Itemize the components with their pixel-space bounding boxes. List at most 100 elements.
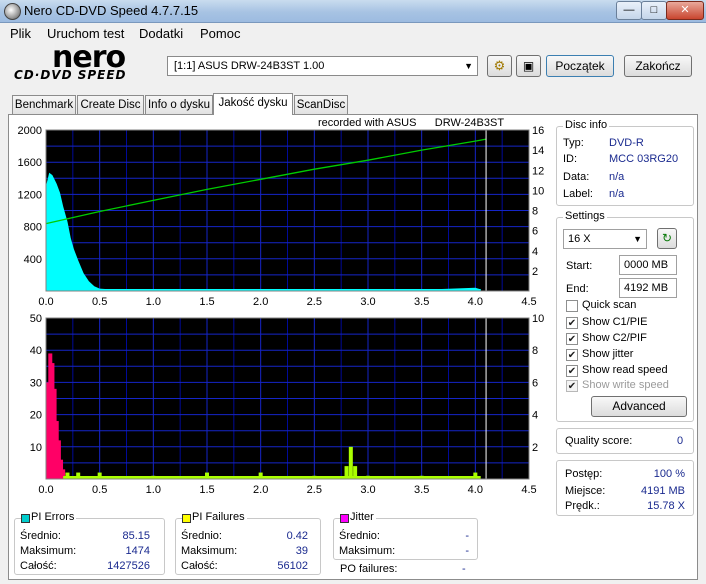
x-tick-label: 0.0 [38, 484, 53, 496]
pi-failures-avg-label: Średnio: [181, 530, 222, 542]
advanced-button[interactable]: Advanced [591, 396, 687, 417]
show-write-speed-label: Show write speed [582, 379, 669, 391]
pi-errors-max-value: 1474 [125, 545, 150, 557]
disc-type-label: Typ: [563, 137, 584, 149]
x-tick-label: 1.5 [199, 484, 214, 496]
settings-group: Settings 16 X ▼ ↻ Start: 0000 MB End: 41… [556, 210, 694, 422]
po-failures-label: PO failures: [340, 563, 398, 575]
jitter-title: Jitter [348, 511, 376, 523]
speed-label: Prędk.: [565, 500, 600, 512]
tab-benchmark[interactable]: Benchmark [12, 95, 76, 114]
app-disc-icon [4, 3, 21, 20]
pi-failures-avg-value: 0.42 [286, 530, 308, 542]
refresh-icon: ↻ [661, 231, 673, 245]
save-button[interactable]: ▣ [516, 55, 541, 77]
jitter-swatch [340, 514, 349, 523]
chevron-down-icon: ▼ [633, 234, 642, 244]
menu-pomoc[interactable]: Pomoc [200, 26, 240, 41]
menu-dodatki[interactable]: Dodatki [139, 26, 183, 41]
y-right-tick-label: 8 [532, 345, 538, 357]
floppy-disk-icon: ▣ [522, 59, 535, 73]
maximize-button[interactable]: □ [641, 1, 667, 20]
y-right-tick-label: 16 [532, 126, 544, 137]
jitter-group: Jitter Średnio: - Maksimum: - [333, 511, 478, 560]
x-tick-label: 0.5 [92, 296, 107, 308]
gears-icon: ⚙ [493, 58, 506, 73]
progress-group: Postęp: 100 % Miejsce: 4191 MB Prędk.: 1… [556, 460, 694, 516]
x-tick-label: 4.0 [468, 296, 483, 308]
progress-label: Postęp: [565, 468, 603, 480]
y-left-tick-label: 50 [30, 314, 42, 325]
drive-select-value: [1:1] ASUS DRW-24B3ST 1.00 [174, 60, 325, 72]
jitter-max-label: Maksimum: [339, 545, 396, 557]
x-tick-label: 1.0 [146, 296, 161, 308]
y-left-tick-label: 40 [30, 345, 42, 357]
progress-value: 100 % [653, 468, 685, 480]
pi-errors-max-label: Maksimum: [20, 545, 77, 557]
menu-plik[interactable]: Plik [10, 26, 31, 41]
show-write-speed-checkbox [566, 380, 578, 392]
show-read-speed-checkbox[interactable] [566, 365, 578, 377]
close-button[interactable]: ✕ [666, 1, 704, 20]
tab-scandisc[interactable]: ScanDisc [294, 95, 348, 114]
y-right-tick-label: 6 [532, 377, 538, 389]
pi-errors-group: PI Errors Średnio: 85.15 Maksimum: 1474 … [14, 511, 165, 575]
options-button[interactable]: ⚙ [487, 55, 512, 77]
disc-id-label: ID: [563, 153, 578, 165]
y-left-tick-label: 800 [24, 222, 42, 234]
disc-date-value: n/a [609, 171, 625, 183]
show-c1-pie-checkbox[interactable] [566, 317, 578, 329]
y-right-tick-label: 12 [532, 165, 544, 177]
stop-button[interactable]: Zakończ [624, 55, 692, 77]
show-jitter-label: Show jitter [582, 348, 634, 360]
y-left-tick-label: 20 [30, 410, 42, 422]
tab-create-disc[interactable]: Create Disc [77, 95, 144, 114]
pi-errors-avg-value: 85.15 [122, 530, 150, 542]
pi-failures-total-value: 56102 [277, 560, 308, 572]
show-jitter-checkbox[interactable] [566, 349, 578, 361]
quality-score-label: Quality score: [565, 435, 633, 447]
y-right-tick-label: 2 [532, 266, 538, 278]
end-label: End: [566, 283, 589, 295]
refresh-speed-button[interactable]: ↻ [657, 228, 677, 249]
quick-scan-checkbox[interactable] [566, 300, 578, 312]
x-tick-label: 3.5 [414, 296, 429, 308]
end-input[interactable]: 4192 MB [619, 278, 677, 298]
start-input[interactable]: 0000 MB [619, 255, 677, 275]
pi-failures-max-value: 39 [295, 545, 308, 557]
pi-errors-avg-label: Średnio: [20, 530, 61, 542]
x-tick-label: 4.5 [521, 484, 536, 496]
jitter-avg-label: Średnio: [339, 530, 380, 542]
pi-errors-chart: 2000 1600 1200 800 400 16 14 12 10 8 6 4 2 0.0 0.5 1.0 1… [18, 126, 545, 308]
drive-select[interactable]: [1:1] ASUS DRW-24B3ST 1.00 ▼ [167, 56, 478, 76]
minimize-button[interactable]: — [616, 1, 642, 20]
tab-info-o-dysku[interactable]: Info o dysku [145, 95, 213, 114]
position-label: Miejsce: [565, 485, 606, 497]
speed-select[interactable]: 16 X ▼ [563, 229, 647, 249]
po-failures-value: - [462, 563, 466, 575]
x-tick-label: 1.5 [199, 296, 214, 308]
y-left-tick-label: 10 [30, 442, 42, 454]
x-tick-label: 3.0 [360, 484, 375, 496]
y-right-tick-label: 6 [532, 226, 538, 238]
pi-failures-total-label: Całość: [181, 560, 218, 572]
title-bar: Nero CD-DVD Speed 4.7.7.15 — □ ✕ [0, 0, 706, 23]
chevron-down-icon: ▼ [464, 61, 473, 71]
tab-jakosc-dysku[interactable]: Jakość dysku [213, 93, 293, 115]
x-tick-label: 2.5 [307, 484, 322, 496]
y-right-tick-label: 14 [532, 145, 544, 157]
x-tick-label: 0.5 [92, 484, 107, 496]
show-c2-pif-checkbox[interactable] [566, 333, 578, 345]
x-tick-label: 2.0 [253, 296, 268, 308]
start-label: Start: [566, 260, 593, 272]
x-tick-label: 2.0 [253, 484, 268, 496]
disc-type-value: DVD-R [609, 137, 644, 149]
y-right-tick-label: 4 [532, 410, 538, 422]
disc-label-value: n/a [609, 188, 625, 200]
start-button[interactable]: Początek [546, 55, 614, 77]
x-tick-label: 4.0 [468, 484, 483, 496]
y-left-tick-label: 400 [24, 254, 42, 266]
y-right-tick-label: 2 [532, 442, 538, 454]
disc-info-title: Disc info [563, 119, 610, 131]
menu-uruchom-test[interactable]: Uruchom test [47, 26, 124, 41]
